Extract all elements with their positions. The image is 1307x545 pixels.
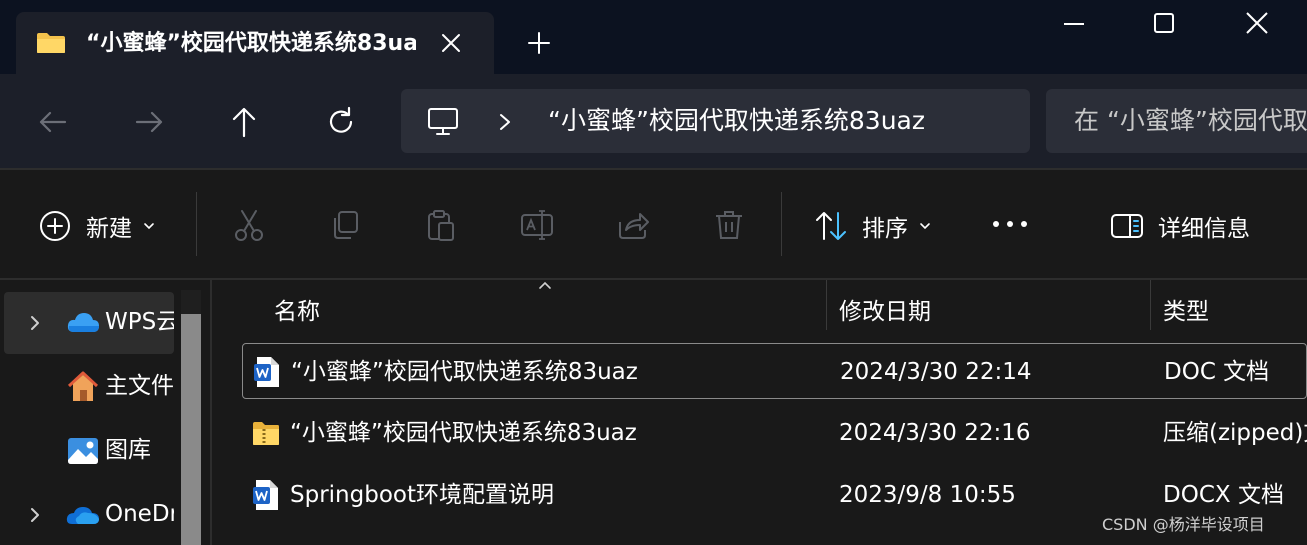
sidebar-item-label: 主文件夹 (105, 373, 174, 399)
search-box[interactable]: 在 “小蜜蜂”校园代取快递系统83uaz 中搜索 (1046, 89, 1307, 153)
onedrive-icon (66, 507, 99, 524)
address-bar[interactable]: “小蜜蜂”校园代取快递系统83uaz (401, 89, 1030, 153)
minimize-icon[interactable] (1054, 8, 1094, 40)
sidebar-item-home[interactable]: 主文件夹 (4, 356, 174, 418)
details-button[interactable]: 详细信息 (1110, 206, 1250, 246)
column-header-modified[interactable]: 修改日期 (839, 290, 931, 334)
folder-icon (37, 33, 65, 53)
sort-icon (816, 212, 846, 240)
paste-icon[interactable] (424, 208, 458, 242)
sidebar-item-label: WPS云盘 (105, 309, 174, 335)
file-modified: 2024/3/30 22:16 (839, 420, 1031, 446)
sidebar-scrollbar-thumb[interactable] (181, 314, 201, 545)
navigation-bar: “小蜜蜂”校园代取快递系统83uaz 在 “小蜜蜂”校园代取快递系统83uaz … (0, 74, 1307, 168)
file-type: DOCX 文档 (1163, 482, 1284, 508)
file-type: DOC 文档 (1164, 359, 1270, 385)
command-bar: 新建 排序 详细信息 (0, 170, 1307, 278)
column-header-type[interactable]: 类型 (1163, 290, 1209, 334)
file-name: “小蜜蜂”校园代取快递系统83uaz (290, 420, 637, 446)
plus-icon[interactable] (524, 28, 554, 58)
home-icon (67, 371, 99, 401)
word-doc-icon (253, 480, 278, 510)
watermark: CSDN @杨洋毕设项目 (1102, 515, 1265, 534)
copy-icon[interactable] (328, 208, 362, 242)
tab-title: “小蜜蜂”校园代取快递系统83uaz (86, 31, 416, 56)
arrow-up-icon[interactable] (226, 104, 262, 140)
chevron-down-icon (920, 223, 930, 230)
file-list: 名称 修改日期 类型 “小蜜蜂”校园代取快递系统83uaz 2024/3/30 … (212, 280, 1307, 545)
computer-icon[interactable] (427, 107, 459, 137)
sort-ascending-icon (539, 281, 551, 289)
file-modified: 2024/3/30 22:14 (840, 359, 1032, 385)
title-bar: “小蜜蜂”校园代取快递系统83uaz (0, 0, 1307, 74)
separator (781, 192, 782, 256)
plus-circle-icon (40, 211, 70, 241)
search-placeholder[interactable]: 在 “小蜜蜂”校园代取快递系统83uaz 中搜索 (1074, 105, 1307, 137)
close-window-icon[interactable] (1237, 8, 1277, 40)
navigation-pane: WPS云盘 主文件夹 图库 OneDrive (0, 280, 212, 545)
delete-icon[interactable] (712, 208, 746, 242)
address-path[interactable]: “小蜜蜂”校园代取快递系统83uaz (548, 105, 925, 137)
arrow-left-icon[interactable] (35, 104, 71, 140)
sidebar-item-gallery[interactable]: 图库 (4, 420, 174, 482)
zip-folder-icon (253, 422, 279, 445)
chevron-right-icon[interactable] (497, 111, 513, 133)
sidebar-item-wps-cloud[interactable]: WPS云盘 (4, 292, 174, 354)
cloud-icon (67, 313, 99, 332)
chevron-right-icon[interactable] (28, 314, 42, 332)
sort-button[interactable]: 排序 (814, 206, 932, 246)
chevron-down-icon (144, 223, 154, 230)
column-separator[interactable] (826, 280, 827, 330)
maximize-icon[interactable] (1144, 8, 1184, 40)
sort-label: 排序 (862, 216, 908, 242)
new-button[interactable]: 新建 (38, 206, 156, 246)
share-icon[interactable] (616, 208, 650, 242)
sidebar-item-label: 图库 (105, 437, 151, 463)
new-label: 新建 (86, 216, 132, 242)
chevron-right-icon[interactable] (28, 506, 42, 524)
column-separator[interactable] (1150, 280, 1151, 330)
refresh-icon[interactable] (323, 104, 359, 140)
column-header-name[interactable]: 名称 (274, 290, 320, 334)
more-icon[interactable] (990, 212, 1030, 236)
table-row[interactable]: “小蜜蜂”校园代取快递系统83uaz 2024/3/30 22:14 DOC 文… (242, 343, 1307, 399)
details-label: 详细信息 (1158, 216, 1250, 242)
table-row[interactable]: “小蜜蜂”校园代取快递系统83uaz 2024/3/30 22:16 压缩(zi… (242, 405, 1307, 461)
file-name: Springboot环境配置说明 (290, 482, 554, 508)
sidebar-item-onedrive[interactable]: OneDrive (4, 484, 174, 545)
separator (196, 192, 197, 256)
file-name: “小蜜蜂”校园代取快递系统83uaz (291, 359, 638, 385)
explorer-tab[interactable]: “小蜜蜂”校园代取快递系统83uaz (16, 12, 494, 74)
details-pane-icon (1111, 214, 1143, 238)
file-type: 压缩(zipped)文件夹 (1163, 420, 1307, 446)
word-doc-icon (254, 357, 279, 387)
close-icon[interactable] (436, 28, 466, 58)
sidebar-item-label: OneDrive (105, 501, 174, 527)
arrow-right-icon[interactable] (131, 104, 167, 140)
file-modified: 2023/9/8 10:55 (839, 482, 1016, 508)
rename-icon[interactable] (520, 208, 554, 242)
gallery-icon (68, 438, 98, 464)
cut-icon[interactable] (232, 208, 266, 242)
